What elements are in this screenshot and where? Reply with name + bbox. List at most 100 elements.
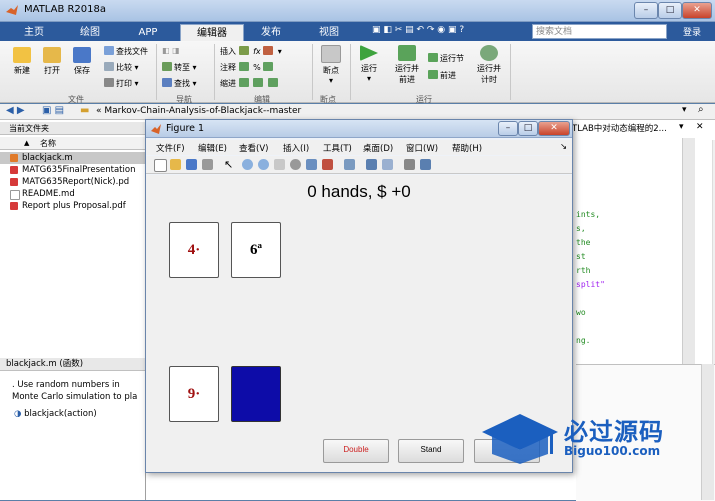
zoom-out-icon[interactable]: [258, 159, 269, 170]
indent-button[interactable]: 缩进: [220, 78, 280, 89]
run-section-button[interactable]: 运行节: [428, 53, 464, 64]
hide-tools-icon[interactable]: [404, 159, 415, 170]
minimize-button[interactable]: –: [634, 2, 658, 19]
run-advance-icon: [398, 45, 416, 61]
open-icon[interactable]: [170, 159, 181, 170]
save-button[interactable]: 保存: [68, 47, 96, 76]
path-dropdown-icon[interactable]: ▾: [682, 105, 687, 115]
file-item[interactable]: MATG635FinalPresentation: [0, 164, 146, 176]
code-line: wo: [576, 308, 586, 317]
code-line: split": [576, 280, 605, 289]
breakpoints-button[interactable]: 断点 ▾: [316, 45, 346, 85]
name-column-label: 名称: [40, 139, 56, 148]
group-divider: [350, 44, 351, 100]
menu-tools[interactable]: 工具(T): [323, 142, 352, 154]
data-cursor-icon[interactable]: [306, 159, 317, 170]
compare-button[interactable]: 比较 ▾: [104, 62, 139, 73]
print-icon[interactable]: [202, 159, 213, 170]
pdf-file-icon: [10, 202, 18, 210]
tab-home[interactable]: 主页: [10, 24, 58, 41]
function-signature[interactable]: ◑ blackjack(action): [14, 409, 97, 419]
pointer-icon[interactable]: ↖: [224, 159, 235, 170]
run-button[interactable]: 运行 ▾: [354, 45, 384, 83]
nav-back-icons[interactable]: ◧ ◨: [162, 46, 180, 55]
open-folder-icon: [43, 47, 61, 63]
login-link[interactable]: 登录: [683, 25, 701, 38]
stand-button[interactable]: Stand: [398, 439, 464, 463]
editor-dropdown-icon[interactable]: ▾: [679, 122, 684, 132]
tab-plots[interactable]: 绘图: [66, 24, 114, 41]
command-scrollbar[interactable]: [701, 364, 714, 500]
run-time-button[interactable]: 运行并 计时: [472, 45, 506, 85]
comment-button[interactable]: 注释 %: [220, 62, 275, 73]
editor-close-icon[interactable]: ✕: [696, 122, 704, 132]
code-line: ng.: [576, 336, 591, 345]
current-folder-header: 当前文件夹: [0, 122, 146, 135]
rotate-icon[interactable]: [290, 159, 301, 170]
up-folder-icon[interactable]: ▣ ▤: [42, 105, 64, 116]
run-advance-button[interactable]: 运行并 前进: [390, 45, 424, 85]
new-icon: [13, 47, 31, 63]
figure-close-button[interactable]: ✕: [538, 121, 570, 136]
brush-icon[interactable]: [322, 159, 333, 170]
show-tools-icon[interactable]: [420, 159, 431, 170]
sort-arrow-icon: ▲: [24, 139, 30, 147]
zoom-in-icon[interactable]: [242, 159, 253, 170]
menu-insert[interactable]: 插入(I): [283, 142, 309, 154]
colorbar-icon[interactable]: [366, 159, 377, 170]
watermark-text: 必过源码: [564, 418, 664, 446]
current-path[interactable]: « Markov-Chain-Analysis-of-Blackjack--ma…: [96, 106, 301, 116]
save-icon[interactable]: [186, 159, 197, 170]
tab-view[interactable]: 视图: [304, 24, 354, 41]
file-item[interactable]: Report plus Proposal.pdf: [0, 200, 146, 212]
maximize-button[interactable]: □: [658, 2, 682, 19]
search-input[interactable]: 搜索文档: [532, 24, 667, 39]
code-line: ints,: [576, 210, 601, 219]
open-button[interactable]: 打开: [38, 47, 66, 76]
insert-button[interactable]: 插入 fx ▾: [220, 46, 282, 57]
tab-publish[interactable]: 发布: [246, 24, 296, 41]
name-column-header[interactable]: 名称 ▲: [0, 137, 146, 150]
browse-icon[interactable]: ⌕: [698, 104, 704, 115]
link-icon[interactable]: [344, 159, 355, 170]
new-figure-icon[interactable]: [154, 159, 167, 172]
close-button[interactable]: ✕: [682, 2, 712, 19]
file-item[interactable]: README.md: [0, 188, 146, 200]
code-line: s,: [576, 224, 586, 233]
run-section-icon: [428, 53, 438, 62]
quick-access-icons[interactable]: ▣ ◧ ✂ ▤ ↶ ↷ ◉ ▣ ?: [372, 25, 464, 35]
pan-icon[interactable]: [274, 159, 285, 170]
menu-window[interactable]: 窗口(W): [406, 142, 438, 154]
file-item[interactable]: blackjack.m: [0, 152, 146, 164]
double-button[interactable]: Double: [323, 439, 389, 463]
menu-edit[interactable]: 编辑(E): [198, 142, 227, 154]
editor-scrollbar[interactable]: [682, 138, 695, 368]
menu-desktop[interactable]: 桌面(D): [363, 142, 393, 154]
smart-indent-icon: [253, 78, 264, 87]
advance-button[interactable]: 前进: [428, 70, 456, 81]
find-files-button[interactable]: 查找文件: [104, 46, 148, 57]
legend-icon[interactable]: [382, 159, 393, 170]
figure-minimize-button[interactable]: –: [498, 121, 518, 136]
run-icon: [360, 45, 378, 61]
graduation-cap-logo-icon: [482, 414, 558, 464]
find-button[interactable]: 查找 ▾: [162, 78, 197, 89]
find-icon: [162, 78, 172, 87]
code-line: rth: [576, 266, 591, 275]
menu-file[interactable]: 文件(F): [156, 142, 185, 154]
details-header: blackjack.m (函数): [0, 358, 146, 371]
new-button[interactable]: 新建: [8, 47, 36, 76]
address-bar: ◀ ▶ ▣ ▤ ▬ « Markov-Chain-Analysis-of-Bla…: [0, 104, 715, 120]
tab-apps[interactable]: APP: [122, 24, 174, 41]
main-title-bar: MATLAB R2018a – □ ✕: [0, 0, 715, 22]
tab-editor[interactable]: 编辑器: [180, 24, 244, 42]
figure-maximize-button[interactable]: □: [518, 121, 538, 136]
goto-button[interactable]: 转至 ▾: [162, 62, 197, 73]
file-item[interactable]: MATG635Report(Nick).pd: [0, 176, 146, 188]
print-button[interactable]: 打印 ▾: [104, 78, 139, 89]
menu-help[interactable]: 帮助(H): [452, 142, 482, 154]
back-arrow-icon[interactable]: ◀ ▶: [6, 105, 25, 116]
menu-view[interactable]: 查看(V): [239, 142, 268, 154]
figure-title-bar: Figure 1 – □ ✕: [146, 120, 572, 138]
menu-dock-icon[interactable]: ↘: [560, 142, 567, 152]
